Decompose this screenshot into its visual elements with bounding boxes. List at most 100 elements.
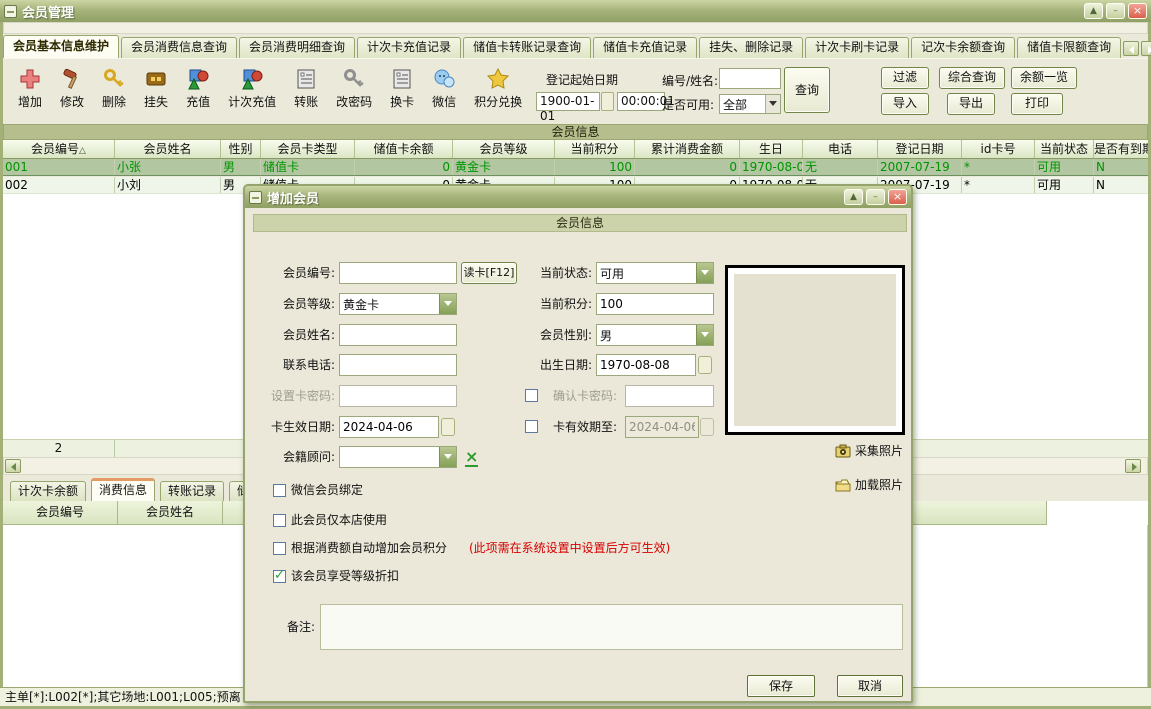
transfer-button[interactable]: 转账	[285, 63, 327, 114]
confirm-password-checkbox[interactable]	[525, 389, 538, 402]
cancel-button[interactable]: 取消	[837, 675, 903, 697]
code-name-input[interactable]	[719, 68, 781, 89]
load-photo-button[interactable]: 加载照片	[835, 476, 903, 493]
tab-scroll-left-icon[interactable]	[1123, 41, 1139, 56]
points-label: 当前积分:	[520, 293, 592, 315]
export-button[interactable]: 导出	[947, 93, 995, 115]
tab-scroll-right-icon[interactable]	[1141, 41, 1151, 56]
phone-input[interactable]	[339, 354, 457, 376]
col-id-card[interactable]: id卡号	[962, 140, 1035, 158]
points-exchange-button[interactable]: 积分兑换	[465, 63, 531, 114]
set-password-input[interactable]	[339, 385, 457, 407]
col-points[interactable]: 当前积分	[555, 140, 635, 158]
add-button[interactable]: 增加	[9, 63, 51, 114]
combo-query-button[interactable]: 综合查询	[939, 67, 1005, 89]
restore-icon[interactable]: ▲	[1084, 3, 1103, 19]
available-select[interactable]: 全部	[719, 94, 781, 114]
expire-date-checkbox[interactable]	[525, 420, 538, 433]
tab-consume-info-bottom[interactable]: 消费信息	[91, 478, 155, 501]
col-register-date[interactable]: 登记日期	[878, 140, 962, 158]
scroll-left-icon[interactable]	[5, 459, 21, 473]
col-gender[interactable]: 性别	[221, 140, 261, 158]
register-time-input[interactable]: 00:00:01	[617, 92, 665, 111]
tab-count-swipe[interactable]: 计次卡刷卡记录	[805, 37, 909, 58]
register-date-picker-button[interactable]	[601, 92, 614, 111]
save-button[interactable]: 保存	[747, 675, 815, 697]
col-stored-balance[interactable]: 储值卡余额	[355, 140, 453, 158]
dialog-minimize-icon[interactable]: –	[866, 189, 885, 205]
import-button[interactable]: 导入	[881, 93, 929, 115]
confirm-password-input[interactable]	[625, 385, 714, 407]
close-icon[interactable]: ×	[1128, 3, 1147, 19]
tab-count-recharge[interactable]: 计次卡充值记录	[357, 37, 461, 58]
scroll-right-icon[interactable]	[1125, 459, 1141, 473]
col-level[interactable]: 会员等级	[453, 140, 555, 158]
minimize-icon[interactable]: –	[1106, 3, 1125, 19]
member-no-input[interactable]	[339, 262, 457, 284]
auto-points-label: 根据消费额自动增加会员积分	[291, 541, 447, 556]
col-has-expiry[interactable]: 是否有到期期限	[1094, 140, 1148, 158]
tab-consume-detail[interactable]: 会员消费明细查询	[239, 37, 355, 58]
bottom-col-member-no[interactable]: 会员编号	[3, 501, 118, 525]
change-card-button[interactable]: 换卡	[381, 63, 423, 114]
effective-date-input[interactable]	[339, 416, 439, 438]
modify-button[interactable]: 修改	[51, 63, 93, 114]
hammer-icon	[60, 67, 84, 91]
store-only-checkbox[interactable]	[273, 514, 286, 527]
count-recharge-button[interactable]: 计次充值	[219, 63, 285, 114]
col-member-name[interactable]: 会员姓名	[115, 140, 221, 158]
register-date-input[interactable]: 1900-01-01	[536, 92, 600, 111]
tab-stored-recharge[interactable]: 储值卡充值记录	[593, 37, 697, 58]
dialog-restore-icon[interactable]: ▲	[844, 189, 863, 205]
expire-date-input[interactable]	[625, 416, 699, 438]
delete-button[interactable]: 删除	[93, 63, 135, 114]
tab-consume-info[interactable]: 会员消费信息查询	[121, 37, 237, 58]
status-select[interactable]: 可用	[596, 262, 714, 284]
tab-stored-transfer[interactable]: 储值卡转账记录查询	[463, 37, 591, 58]
read-card-button[interactable]: 读卡[F12]	[461, 262, 517, 284]
level-discount-checkbox[interactable]	[273, 570, 286, 583]
col-phone[interactable]: 电话	[803, 140, 878, 158]
col-member-no[interactable]: 会员编号△	[3, 140, 115, 158]
confirm-password-label: 确认卡密码:	[541, 385, 617, 407]
dialog-title: 增加会员	[267, 188, 319, 207]
col-birthday[interactable]: 生日	[740, 140, 803, 158]
change-password-button[interactable]: 改密码	[327, 63, 381, 114]
balance-list-button[interactable]: 余额一览	[1011, 67, 1077, 89]
expire-date-picker-button[interactable]	[700, 418, 714, 436]
capture-photo-button[interactable]: 采集照片	[835, 442, 903, 459]
query-button[interactable]: 查询	[784, 67, 830, 113]
col-card-type[interactable]: 会员卡类型	[261, 140, 355, 158]
clear-advisor-icon[interactable]: ×	[465, 449, 478, 467]
birth-date-picker-button[interactable]	[698, 356, 712, 374]
tab-loss-delete[interactable]: 挂失、删除记录	[699, 37, 803, 58]
col-total-consume[interactable]: 累计消费金额	[635, 140, 740, 158]
recharge-button[interactable]: 充值	[177, 63, 219, 114]
level-label: 会员等级:	[245, 293, 335, 315]
tab-count-balance[interactable]: 记次卡余额查询	[911, 37, 1015, 58]
effective-date-picker-button[interactable]	[441, 418, 455, 436]
level-select[interactable]: 黄金卡	[339, 293, 457, 315]
print-button[interactable]: 打印	[1011, 93, 1063, 115]
member-name-input[interactable]	[339, 324, 457, 346]
table-row[interactable]: 001 小张 男 储值卡 0 黄金卡 100 0 1970-08-0 无 200…	[3, 159, 1148, 176]
auto-points-checkbox[interactable]	[273, 542, 286, 555]
remark-textarea[interactable]	[320, 604, 903, 650]
birth-date-input[interactable]	[596, 354, 696, 376]
advisor-select[interactable]	[339, 446, 457, 468]
dialog-close-icon[interactable]: ×	[888, 189, 907, 205]
bottom-col-member-name[interactable]: 会员姓名	[118, 501, 223, 525]
wechat-button[interactable]: 微信	[423, 63, 465, 114]
tab-member-maintain[interactable]: 会员基本信息维护	[3, 35, 119, 58]
col-status[interactable]: 当前状态	[1035, 140, 1094, 158]
points-input[interactable]	[596, 293, 714, 315]
wechat-bind-checkbox[interactable]	[273, 484, 286, 497]
tab-transfer-records[interactable]: 转账记录	[160, 481, 224, 501]
report-loss-button[interactable]: 挂失	[135, 63, 177, 114]
filter-button[interactable]: 过滤	[881, 67, 929, 89]
camera-icon	[835, 444, 851, 458]
tab-stored-limit[interactable]: 储值卡限额查询	[1017, 37, 1121, 58]
change-card-form-icon	[390, 67, 414, 91]
tab-count-card-balance[interactable]: 计次卡余额	[10, 481, 86, 501]
gender-select[interactable]: 男	[596, 324, 714, 346]
